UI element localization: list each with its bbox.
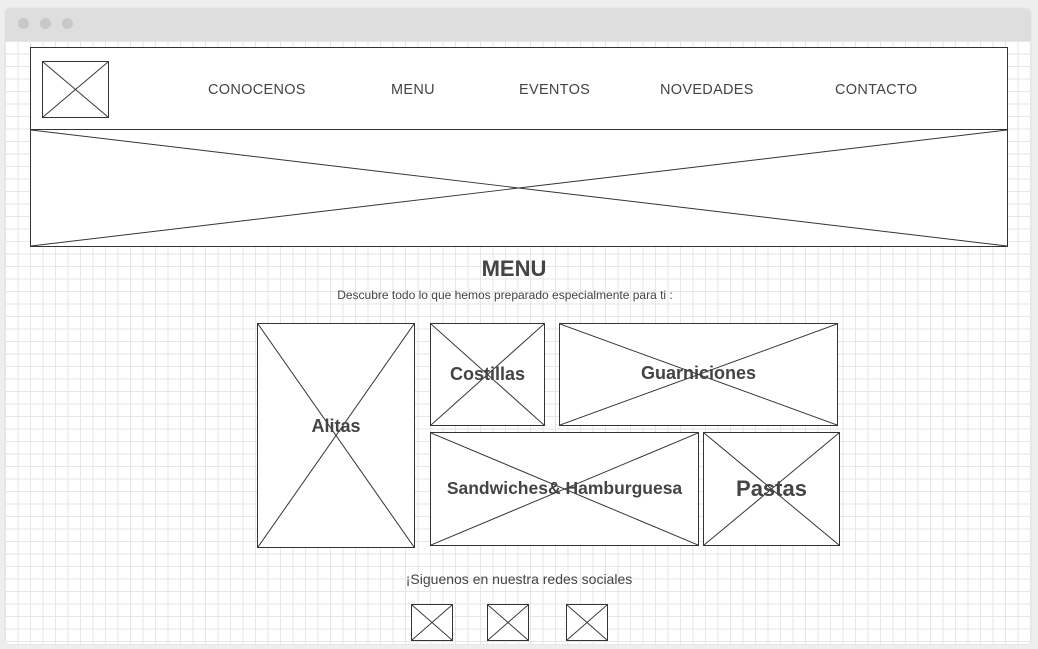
hero-image-placeholder [30,129,1008,247]
nav-menu[interactable]: MENU [391,82,435,98]
minimize-window-icon[interactable] [40,18,51,29]
social-icon-1[interactable] [411,604,453,641]
category-costillas-card[interactable]: Costillas [430,323,545,426]
menu-title: MENU [481,256,547,281]
close-window-icon[interactable] [18,18,29,29]
nav-novedades[interactable]: NOVEDADES [660,82,754,98]
social-icon-2[interactable] [487,604,529,641]
category-label: Sandwiches& Hamburguesa [446,478,683,498]
category-label: Alitas [311,416,361,436]
category-pastas-card[interactable]: Pastas [703,432,840,546]
category-guarniciones-card[interactable]: Guarniciones [559,323,838,426]
category-label: Pastas [736,476,807,501]
nav-eventos[interactable]: EVENTOS [519,82,590,98]
nav-contacto[interactable]: CONTACTO [835,82,917,98]
category-sandwiches-card[interactable]: Sandwiches& Hamburguesa [430,432,699,546]
social-icon-3[interactable] [566,604,608,641]
menu-subtitle: Descubre todo lo que hemos preparado esp… [337,288,673,302]
category-alitas-card[interactable]: Alitas [257,323,415,548]
window-titlebar [5,8,1031,41]
nav-conocenos[interactable]: CONOCENOS [208,82,306,98]
social-follow-text: ¡Siguenos en nuestra redes sociales [405,571,633,587]
maximize-window-icon[interactable] [62,18,73,29]
logo-placeholder-icon[interactable] [42,61,109,118]
category-label: Guarniciones [640,363,757,383]
category-label: Costillas [449,364,526,384]
